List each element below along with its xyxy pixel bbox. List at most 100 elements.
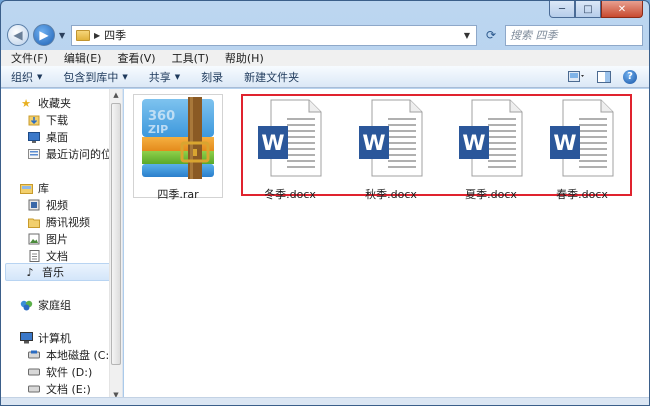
- burn-button[interactable]: 刻录: [201, 69, 223, 85]
- preview-pane-icon: [597, 70, 611, 83]
- word-document-icon: W: [359, 99, 423, 177]
- close-button[interactable]: ✕: [601, 1, 643, 18]
- address-bar[interactable]: ▶ 四季 ▼: [71, 24, 477, 46]
- file-name: 四季.rar: [157, 188, 199, 201]
- nav-item-drive-c[interactable]: 本地磁盘 (C:): [27, 347, 113, 363]
- nav-item-drive-e[interactable]: 文档 (E:): [27, 381, 91, 397]
- nav-item-music[interactable]: ♪ 音乐: [5, 263, 120, 281]
- nav-item-pictures[interactable]: 图片: [27, 231, 68, 247]
- svg-text:W: W: [553, 131, 576, 155]
- archive-icon: 360 ZIP: [142, 97, 214, 179]
- forward-button[interactable]: ▶: [33, 24, 55, 46]
- share-button[interactable]: 共享 ▼: [149, 69, 180, 85]
- forward-arrow-icon: ▶: [39, 28, 49, 42]
- nav-item-label: 下载: [46, 114, 68, 127]
- search-box[interactable]: [505, 24, 649, 46]
- folder-icon: [76, 29, 90, 41]
- file-item-rar[interactable]: 360 ZIP 四季.rar: [133, 95, 223, 201]
- view-icon: [568, 70, 584, 82]
- nav-item-label: 视频: [46, 199, 68, 212]
- address-dropdown-icon[interactable]: ▼: [462, 31, 472, 40]
- nav-libraries-label: 库: [38, 182, 49, 195]
- minimize-button[interactable]: ─: [549, 1, 575, 18]
- downloads-icon: [27, 114, 41, 126]
- nav-homegroup[interactable]: 家庭组: [19, 297, 71, 313]
- status-bar: [1, 397, 649, 405]
- navigation-scrollbar[interactable]: ▲ ▼: [109, 89, 122, 405]
- chevron-down-icon: ▼: [37, 72, 43, 81]
- back-button[interactable]: ◀: [7, 24, 29, 46]
- svg-text:W: W: [261, 131, 284, 155]
- scroll-thumb[interactable]: [111, 103, 121, 365]
- scroll-up-icon[interactable]: ▲: [110, 89, 122, 101]
- include-library-button[interactable]: 包含到库中 ▼: [63, 69, 127, 85]
- menu-view[interactable]: 查看(V): [115, 50, 157, 66]
- file-list: 360 ZIP 四季.rar W 冬季.docx W 秋季.docx W 夏季.…: [124, 89, 649, 405]
- preview-pane-button[interactable]: [595, 68, 613, 85]
- new-folder-label: 新建文件夹: [244, 70, 300, 84]
- nav-favorites-label: 收藏夹: [38, 97, 71, 110]
- explorer-window: ─ □ ✕ ◀ ▶ ▼ ▶ 四季 ▼ ⟳ 文件(F) 编辑(E) 查看(V) 工…: [0, 0, 650, 406]
- file-item-spring-docx[interactable]: W 春季.docx: [537, 95, 627, 201]
- file-name: 秋季.docx: [365, 188, 417, 201]
- nav-item-label: 图片: [46, 233, 68, 246]
- nav-item-label: 本地磁盘 (C:): [46, 349, 114, 362]
- desktop-icon: [27, 131, 41, 143]
- nav-item-desktop[interactable]: 桌面: [27, 129, 68, 145]
- chevron-down-icon: ▼: [122, 72, 128, 81]
- file-name: 冬季.docx: [264, 188, 316, 201]
- homegroup-icon: [19, 299, 33, 311]
- videos-icon: [27, 199, 41, 211]
- file-item-winter-docx[interactable]: W 冬季.docx: [245, 95, 335, 201]
- nav-item-tencent-video[interactable]: 腾讯视频: [27, 214, 90, 230]
- pictures-icon: [27, 233, 41, 245]
- change-view-button[interactable]: [567, 68, 585, 85]
- breadcrumb-current[interactable]: 四季: [104, 27, 458, 43]
- nav-item-documents[interactable]: 文档: [27, 248, 68, 264]
- nav-favorites[interactable]: ★ 收藏夹: [19, 95, 71, 111]
- svg-text:W: W: [362, 131, 385, 155]
- view-controls: ?: [567, 68, 637, 85]
- breadcrumb-separator-icon[interactable]: ▶: [94, 31, 100, 40]
- include-library-label: 包含到库中: [63, 70, 119, 84]
- help-icon[interactable]: ?: [623, 69, 637, 84]
- burn-label: 刻录: [201, 70, 224, 84]
- search-input[interactable]: [510, 28, 649, 42]
- file-name: 夏季.docx: [465, 188, 517, 201]
- maximize-button[interactable]: □: [575, 1, 601, 18]
- recent-places-icon: [27, 148, 41, 160]
- caption-buttons: ─ □ ✕: [549, 1, 643, 19]
- file-name: 春季.docx: [556, 188, 608, 201]
- organize-button[interactable]: 组织 ▼: [11, 69, 42, 85]
- menu-edit[interactable]: 编辑(E): [62, 50, 104, 66]
- word-document-icon: W: [550, 99, 614, 177]
- word-document-icon: W: [459, 99, 523, 177]
- file-item-summer-docx[interactable]: W 夏季.docx: [446, 95, 536, 201]
- menu-tools[interactable]: 工具(T): [170, 50, 211, 66]
- nav-computer[interactable]: 计算机: [19, 330, 71, 346]
- folder-icon: [27, 216, 41, 228]
- nav-item-label: 音乐: [42, 266, 64, 279]
- back-arrow-icon: ◀: [13, 28, 23, 42]
- nav-item-label: 软件 (D:): [46, 366, 93, 379]
- new-folder-button[interactable]: 新建文件夹: [244, 69, 299, 85]
- nav-item-label: 文档 (E:): [46, 383, 91, 396]
- address-row: ◀ ▶ ▼ ▶ 四季 ▼ ⟳: [7, 23, 649, 47]
- nav-item-downloads[interactable]: 下载: [27, 112, 68, 128]
- navigation-pane: ★ 收藏夹 下载 桌面 最近访问的位置 库 视频 腾讯视频 图片 文档 ♪ 音乐…: [1, 89, 123, 405]
- drive-e-icon: [27, 383, 41, 395]
- recent-pages-dropdown[interactable]: ▼: [59, 31, 67, 40]
- file-item-autumn-docx[interactable]: W 秋季.docx: [346, 95, 436, 201]
- nav-homegroup-label: 家庭组: [38, 299, 71, 312]
- nav-item-drive-d[interactable]: 软件 (D:): [27, 364, 92, 380]
- menu-help[interactable]: 帮助(H): [223, 50, 266, 66]
- nav-item-videos[interactable]: 视频: [27, 197, 68, 213]
- refresh-button[interactable]: ⟳: [481, 25, 501, 46]
- nav-item-label: 文档: [46, 250, 68, 263]
- svg-text:ZIP: ZIP: [148, 123, 168, 136]
- nav-libraries[interactable]: 库: [19, 180, 49, 196]
- command-bar: 组织 ▼ 包含到库中 ▼ 共享 ▼ 刻录 新建文件夹 ?: [1, 66, 649, 88]
- nav-computer-label: 计算机: [38, 332, 71, 345]
- organize-label: 组织: [11, 70, 33, 84]
- menu-file[interactable]: 文件(F): [9, 50, 50, 66]
